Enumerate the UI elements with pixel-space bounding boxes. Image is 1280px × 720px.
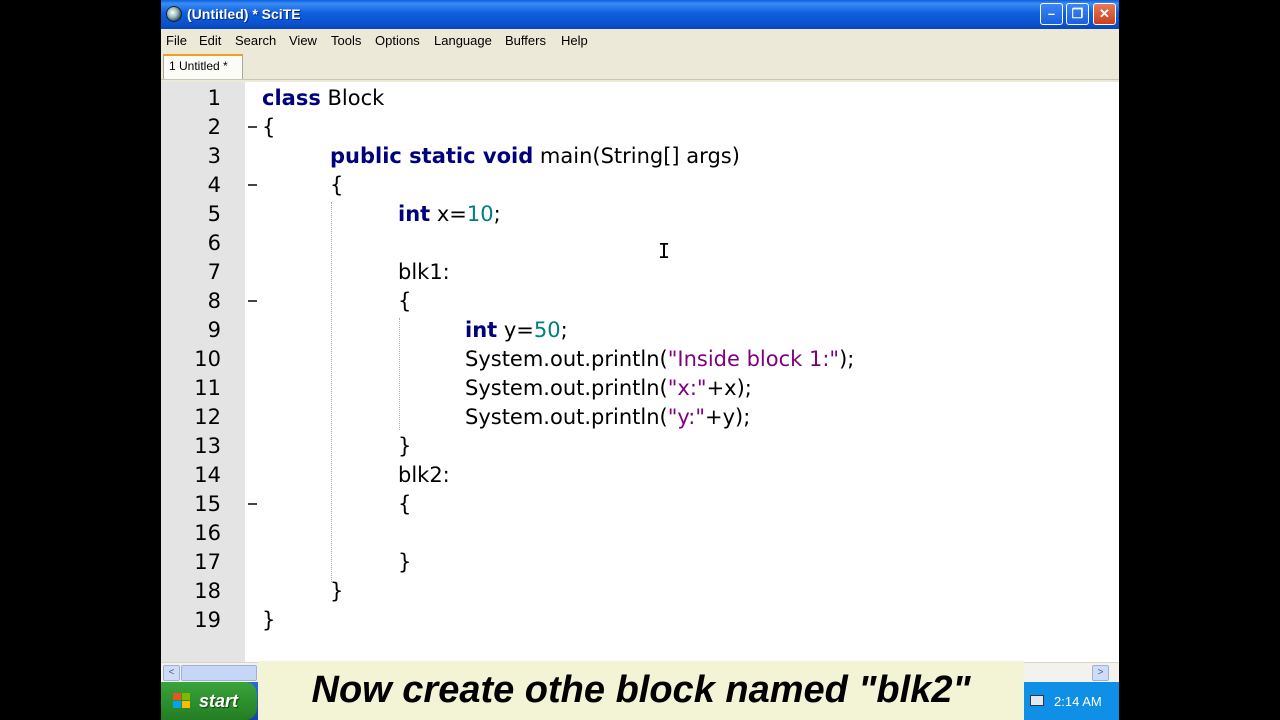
line-number: 2 (207, 115, 221, 139)
tab-untitled[interactable]: 1 Untitled * (163, 54, 243, 79)
menu-tools[interactable]: Tools (331, 33, 361, 48)
screen: (Untitled) * SciTE – ❐ ✕ File Edit Searc… (161, 0, 1119, 720)
line-number: 16 (194, 521, 221, 545)
line-number: 18 (194, 579, 221, 603)
code-line-19[interactable]: } (262, 608, 275, 632)
indent-guide (331, 202, 332, 582)
text-cursor-icon: I (658, 239, 671, 263)
scite-app-icon[interactable] (166, 6, 182, 22)
minimize-button[interactable]: – (1040, 3, 1063, 25)
code-line-7[interactable]: blk1: (398, 260, 450, 284)
clock[interactable]: 2:14 AM (1054, 694, 1102, 709)
line-number: 1 (207, 86, 221, 110)
system-tray: 2:14 AM (1023, 682, 1119, 720)
code-line-11[interactable]: System.out.println("x:"+x); (465, 376, 752, 400)
tab-strip: 1 Untitled * (161, 52, 1119, 80)
line-number: 13 (194, 434, 221, 458)
scroll-right-button[interactable]: > (1092, 665, 1109, 681)
code-line-5[interactable]: int x=10; (398, 202, 501, 226)
line-number: 14 (194, 463, 221, 487)
start-label: start (199, 691, 239, 711)
menu-bar: File Edit Search View Tools Options Lang… (161, 29, 1119, 52)
line-number: 10 (194, 347, 221, 371)
menu-edit[interactable]: Edit (199, 33, 221, 48)
code-line-8[interactable]: { (398, 289, 411, 313)
menu-options[interactable]: Options (375, 33, 420, 48)
code-line-2[interactable]: { (262, 115, 275, 139)
maximize-button[interactable]: ❐ (1066, 3, 1089, 25)
windows-logo-icon (173, 693, 191, 709)
menu-buffers[interactable]: Buffers (505, 33, 546, 48)
tutorial-caption: Now create othe block named "blk2" (258, 661, 1024, 720)
line-number: 3 (207, 144, 221, 168)
menu-help[interactable]: Help (561, 33, 588, 48)
line-number: 15 (194, 492, 221, 516)
fold-minus-icon[interactable] (248, 126, 257, 128)
menu-language[interactable]: Language (434, 33, 492, 48)
line-number: 17 (194, 550, 221, 574)
code-line-1[interactable]: class Block (262, 86, 384, 110)
code-line-12[interactable]: System.out.println("y:"+y); (465, 405, 750, 429)
line-number: 19 (194, 608, 221, 632)
code-line-4[interactable]: { (330, 173, 343, 197)
indent-guide (399, 318, 400, 430)
scroll-thumb[interactable] (181, 665, 257, 681)
code-line-18[interactable]: } (330, 579, 343, 603)
code-line-10[interactable]: System.out.println("Inside block 1:"); (465, 347, 854, 371)
line-number: 8 (207, 289, 221, 313)
code-line-15[interactable]: { (398, 492, 411, 516)
fold-minus-icon[interactable] (248, 184, 257, 186)
start-button[interactable]: start (161, 682, 257, 720)
code-line-13[interactable]: } (398, 434, 411, 458)
code-line-9[interactable]: int y=50; (465, 318, 568, 342)
line-number: 11 (194, 376, 221, 400)
line-number: 12 (194, 405, 221, 429)
code-editor[interactable]: 1 2 3 4 5 6 7 8 9 10 11 12 13 14 15 16 1… (161, 82, 1119, 662)
code-line-17[interactable]: } (398, 550, 411, 574)
line-number-margin: 1 2 3 4 5 6 7 8 9 10 11 12 13 14 15 16 1… (161, 82, 245, 662)
fold-minus-icon[interactable] (248, 300, 257, 302)
line-number: 6 (207, 231, 221, 255)
scroll-left-button[interactable]: < (163, 665, 180, 681)
close-button[interactable]: ✕ (1093, 3, 1116, 25)
menu-file[interactable]: File (166, 33, 187, 48)
code-line-14[interactable]: blk2: (398, 463, 450, 487)
fold-margin (245, 82, 259, 662)
window-title: (Untitled) * SciTE (187, 6, 301, 22)
menu-search[interactable]: Search (235, 33, 276, 48)
line-number: 9 (207, 318, 221, 342)
network-tray-icon[interactable] (1030, 695, 1044, 706)
line-number: 5 (207, 202, 221, 226)
code-line-3[interactable]: public static void main(String[] args) (330, 144, 740, 168)
menu-view[interactable]: View (289, 33, 317, 48)
title-bar[interactable]: (Untitled) * SciTE – ❐ ✕ (161, 0, 1119, 29)
line-number: 7 (207, 260, 221, 284)
fold-minus-icon[interactable] (248, 503, 257, 505)
line-number: 4 (207, 173, 221, 197)
